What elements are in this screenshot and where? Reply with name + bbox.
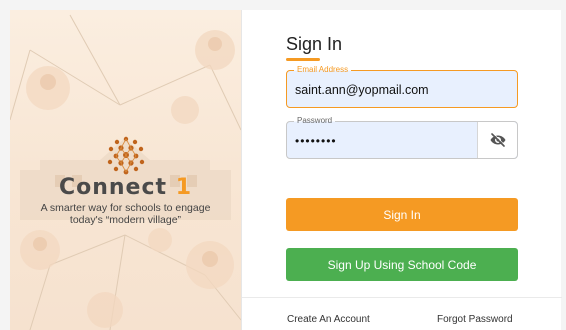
brand-illustration-panel: Connect 1 A smarter way for schools to e…	[10, 10, 241, 330]
create-account-link[interactable]: Create An Account	[287, 314, 370, 325]
email-field[interactable]: Email Address	[286, 65, 518, 108]
tagline-line-1: A smarter way for schools to engage	[40, 202, 211, 214]
tagline-line-2: today's “modern village”	[69, 214, 182, 226]
signup-school-code-button[interactable]: Sign Up Using School Code	[286, 248, 518, 281]
brand-name-number: 1	[175, 175, 193, 200]
password-input[interactable]	[295, 131, 480, 151]
brand-name: Connect 1	[10, 175, 241, 200]
title-underline	[286, 58, 320, 61]
brand-name-word: Connect	[58, 175, 168, 200]
brand-tagline: A smarter way for schools to engage toda…	[10, 202, 241, 226]
form-footer: Create An Account Forgot Password	[242, 297, 562, 330]
email-field-label: Email Address	[294, 65, 352, 75]
forgot-password-link[interactable]: Forgot Password	[437, 314, 513, 325]
password-visibility-toggle[interactable]	[477, 122, 517, 158]
eye-off-icon	[490, 132, 505, 147]
page-title: Sign In	[286, 34, 343, 54]
password-field-label: Password	[294, 116, 336, 126]
password-field[interactable]: Password	[286, 116, 518, 159]
login-page: Connect 1 A smarter way for schools to e…	[0, 0, 566, 330]
brand-block: Connect 1 A smarter way for schools to e…	[10, 135, 241, 226]
connect-network-logo-icon	[107, 136, 144, 175]
email-input[interactable]	[295, 80, 480, 100]
signin-button[interactable]: Sign In	[286, 198, 518, 231]
signin-form-panel: Sign In Email Address Password Sign In S…	[241, 10, 562, 330]
